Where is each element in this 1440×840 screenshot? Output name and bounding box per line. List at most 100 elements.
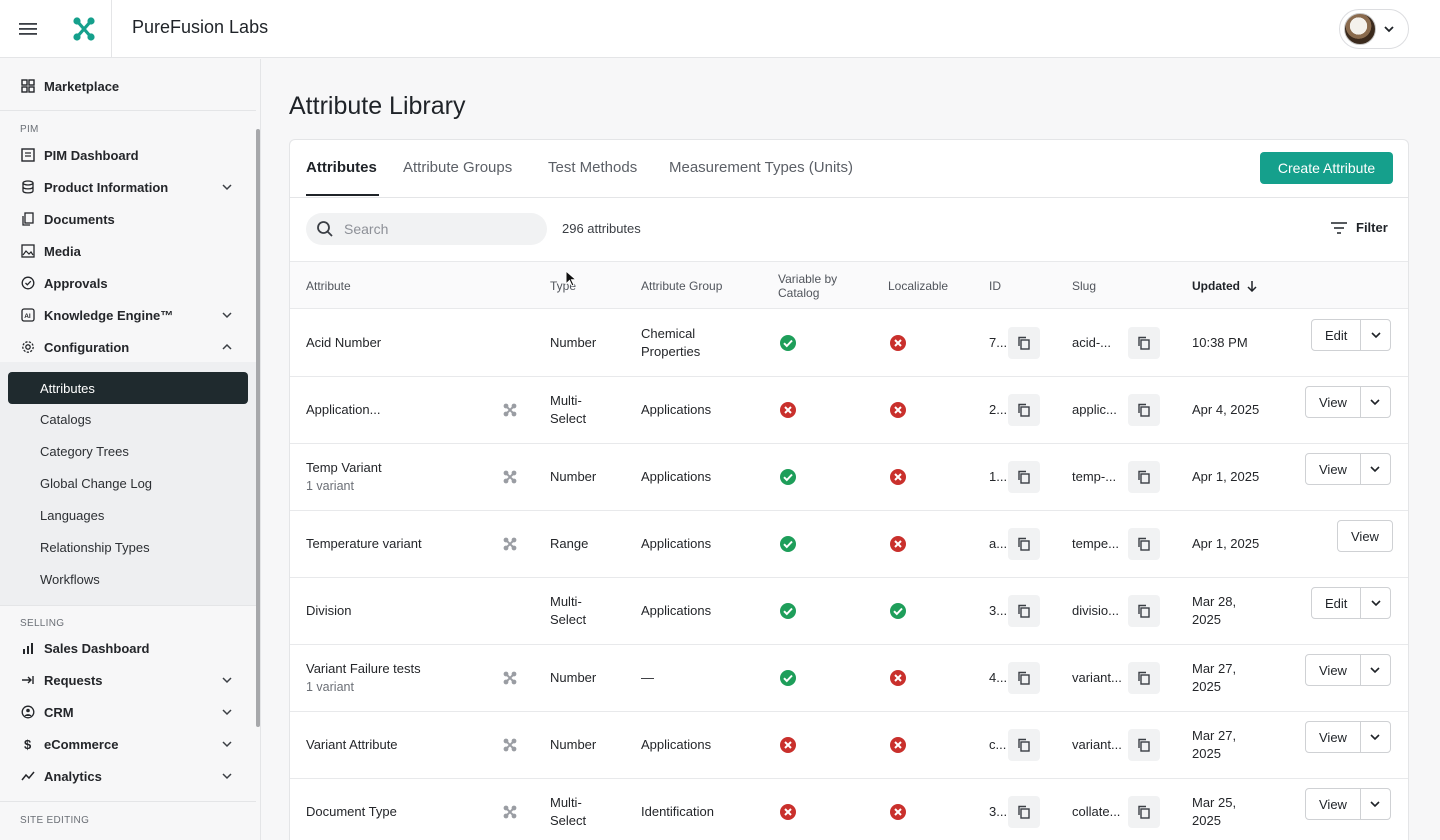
row-actions-dropdown[interactable] (1360, 588, 1390, 618)
user-menu-button[interactable] (1339, 9, 1409, 49)
column-header-attribute[interactable]: Attribute (306, 279, 351, 293)
column-header-id[interactable]: ID (989, 279, 1001, 293)
copy-id-button[interactable] (1008, 528, 1040, 560)
sidebar-item-configuration[interactable]: Configuration (20, 333, 240, 361)
create-attribute-button[interactable]: Create Attribute (1260, 152, 1393, 184)
table-row[interactable]: Division Multi- Select Applications 3... divi… (290, 578, 1408, 645)
row-actions-dropdown[interactable] (1359, 454, 1390, 484)
row-actions-dropdown[interactable] (1359, 655, 1390, 685)
filter-button[interactable]: Filter (1330, 220, 1388, 235)
edit-button[interactable]: Edit (1312, 320, 1360, 350)
sidebar-subitem-languages[interactable]: Languages (40, 504, 104, 526)
copy-slug-button[interactable] (1128, 662, 1160, 694)
app-logo-icon[interactable] (56, 0, 112, 58)
copy-slug-button[interactable] (1128, 729, 1160, 761)
attribute-name-cell[interactable]: Acid Number (306, 334, 381, 352)
copy-slug-button[interactable] (1128, 595, 1160, 627)
table-row[interactable]: Temperature variant Range Applications a...… (290, 511, 1408, 578)
sidebar-item-label: Marketplace (44, 78, 120, 94)
edit-button[interactable]: Edit (1312, 588, 1360, 618)
copy-slug-button[interactable] (1128, 528, 1160, 560)
row-actions-dropdown[interactable] (1359, 789, 1390, 819)
copy-slug-button[interactable] (1128, 394, 1160, 426)
x-circle-icon (889, 803, 907, 821)
copy-id-button[interactable] (1008, 662, 1040, 694)
attribute-name-cell[interactable]: Variant Attribute (306, 736, 398, 754)
column-header-attribute-group[interactable]: Attribute Group (641, 279, 722, 293)
row-actions-dropdown[interactable] (1359, 722, 1390, 752)
attribute-group-cell: Applications (641, 736, 711, 754)
sidebar-item-marketplace[interactable]: Marketplace (20, 72, 240, 100)
copy-id-button[interactable] (1008, 327, 1040, 359)
table-row[interactable]: Application... Multi- Select Applications 2.… (290, 377, 1408, 444)
slug-value: divisio... (1072, 603, 1119, 618)
sidebar-item-product-information[interactable]: Product Information (20, 173, 240, 201)
row-actions-dropdown[interactable] (1359, 387, 1390, 417)
view-button[interactable]: View (1306, 722, 1360, 752)
attribute-group-cell: Identification (641, 803, 714, 821)
top-bar: PureFusion Labs (0, 0, 1440, 58)
sidebar-item-approvals[interactable]: Approvals (20, 269, 240, 297)
tab-measurement-types[interactable]: Measurement Types (Units) (669, 159, 853, 176)
attribute-name-cell[interactable]: Document Type (306, 803, 397, 821)
sidebar-subitem-global-change-log[interactable]: Global Change Log (40, 472, 152, 494)
table-row[interactable]: Acid Number Number Chemical Properties 7... a… (290, 310, 1408, 377)
view-button[interactable]: View (1306, 655, 1360, 685)
trend-icon (20, 768, 36, 784)
tab-attribute-groups[interactable]: Attribute Groups (403, 159, 512, 176)
column-header-slug[interactable]: Slug (1072, 279, 1096, 293)
sidebar-item-knowledge-engine[interactable]: AI Knowledge Engine™ (20, 301, 240, 329)
copy-slug-button[interactable] (1128, 461, 1160, 493)
copy-id-button[interactable] (1008, 394, 1040, 426)
sidebar-item-pim-dashboard[interactable]: PIM Dashboard (20, 141, 240, 169)
view-button[interactable]: View (1306, 789, 1360, 819)
sidebar-subitem-attributes[interactable]: Attributes (8, 372, 248, 404)
table-row[interactable]: Variant Failure tests 1 variant Number — 4..… (290, 645, 1408, 712)
header-line: Catalog (778, 286, 820, 300)
attribute-name-cell[interactable]: Variant Failure tests 1 variant (306, 660, 421, 696)
id-value: 3... (989, 804, 1008, 819)
variant-count: 1 variant (306, 680, 354, 694)
sidebar-item-media[interactable]: Media (20, 237, 240, 265)
attribute-name-cell[interactable]: Application... (306, 401, 380, 419)
row-actions-dropdown[interactable] (1360, 320, 1390, 350)
copy-slug-button[interactable] (1128, 796, 1160, 828)
sidebar-item-documents[interactable]: Documents (20, 205, 240, 233)
sidebar-subitem-workflows[interactable]: Workflows (40, 568, 100, 590)
view-button[interactable]: View (1306, 387, 1360, 417)
sidebar-item-requests[interactable]: Requests (20, 666, 240, 694)
attribute-name-cell[interactable]: Temp Variant 1 variant (306, 459, 382, 495)
copy-id-button[interactable] (1008, 595, 1040, 627)
column-header-variable-by-catalog[interactable]: Variable by Catalog (778, 272, 837, 300)
attribute-name-cell[interactable]: Temperature variant (306, 535, 422, 553)
table-row[interactable]: Variant Attribute Number Applications c... v… (290, 712, 1408, 779)
sidebar-subitem-catalogs[interactable]: Catalogs (40, 408, 91, 430)
hamburger-menu-icon[interactable] (14, 15, 42, 43)
attribute-name-cell[interactable]: Division (306, 602, 352, 620)
copy-icon (1137, 805, 1151, 819)
copy-id-button[interactable] (1008, 796, 1040, 828)
table-row[interactable]: Document Type Multi- Select Identification 3… (290, 779, 1408, 840)
copy-slug-button[interactable] (1128, 327, 1160, 359)
sidebar-item-sales-dashboard[interactable]: Sales Dashboard (20, 634, 240, 662)
table-row[interactable]: Temp Variant 1 variant Number Applications 1… (290, 444, 1408, 511)
column-header-updated[interactable]: Updated (1192, 279, 1258, 293)
view-button[interactable]: View (1338, 521, 1392, 551)
search-input[interactable] (344, 221, 534, 237)
updated-line: Mar 25, (1192, 795, 1237, 810)
copy-id-button[interactable] (1008, 729, 1040, 761)
sidebar-scrollbar[interactable] (256, 129, 260, 727)
divider (0, 110, 256, 111)
sidebar-item-crm[interactable]: CRM (20, 698, 240, 726)
sidebar-subitem-relationship-types[interactable]: Relationship Types (40, 536, 150, 558)
sidebar-item-analytics[interactable]: Analytics (20, 762, 240, 790)
copy-id-button[interactable] (1008, 461, 1040, 493)
search-box[interactable] (306, 213, 547, 245)
tab-attributes[interactable]: Attributes (306, 159, 377, 176)
sidebar-subitem-category-trees[interactable]: Category Trees (40, 440, 129, 462)
variant-count: 1 variant (306, 479, 354, 493)
view-button[interactable]: View (1306, 454, 1360, 484)
tab-test-methods[interactable]: Test Methods (548, 159, 637, 176)
sidebar-item-ecommerce[interactable]: $ eCommerce (20, 730, 240, 758)
column-header-localizable[interactable]: Localizable (888, 279, 948, 293)
